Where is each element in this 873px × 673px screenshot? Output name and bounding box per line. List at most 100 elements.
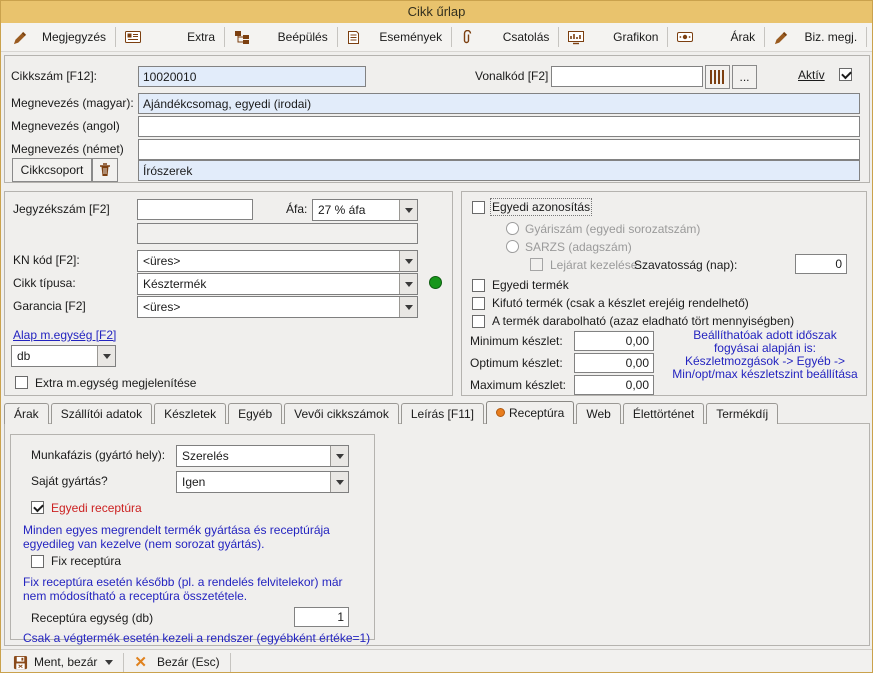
barcode-button[interactable]: [705, 65, 730, 89]
cikkcsoport-clear-button[interactable]: [92, 158, 118, 182]
gyariszam-label: Gyáriszám (egyedi sorozatszám): [525, 222, 700, 236]
tab-receptura[interactable]: Receptúra: [486, 401, 574, 424]
cikkszam-label: Cikkszám [F12]:: [11, 69, 97, 83]
tab-egyeb[interactable]: Egyéb: [228, 403, 282, 424]
barcode-more-button[interactable]: ...: [732, 65, 757, 89]
aktiv-checkbox[interactable]: [839, 68, 852, 81]
egyedi-receptura-hint: Minden egyes megrendelt termék gyártása …: [23, 523, 368, 551]
details-left-panel: Jegyzékszám [F2] Áfa: 27 % áfa KN kód [F…: [4, 191, 453, 396]
alap-megyseg-link[interactable]: Alap m.egység [F2]: [13, 328, 116, 342]
jegyzekszam-input[interactable]: [137, 199, 253, 220]
toolbar-separator: [451, 27, 452, 47]
cikk-urlap-window: Cikk űrlap Megjegyzés Extra Beépülés Ese…: [0, 0, 873, 673]
tab-keszletek[interactable]: Készletek: [154, 403, 226, 424]
chevron-down-icon[interactable]: [399, 297, 417, 317]
tab-web[interactable]: Web: [576, 403, 620, 424]
toolbar-extra-button[interactable]: Extra: [117, 26, 223, 49]
gyariszam-radio[interactable]: [506, 222, 519, 235]
tree-icon: [234, 30, 250, 45]
toolbar-separator: [115, 27, 116, 47]
cikkszam-input[interactable]: [138, 66, 366, 87]
toolbar-arak-button[interactable]: Árak: [669, 26, 763, 49]
munkafazis-combo[interactable]: Szerelés: [176, 445, 349, 467]
toolbar-separator: [764, 27, 765, 47]
barcode-icon: [710, 70, 726, 84]
megnevezes-de-input[interactable]: [138, 139, 860, 160]
chevron-down-icon[interactable]: [399, 251, 417, 271]
receptura-egyseg-hint: Csak a végtermék esetén kezeli a rendsze…: [23, 631, 373, 645]
maximum-keszlet-input[interactable]: [574, 375, 654, 395]
tab-bar: Árak Szállítói adatok Készletek Egyéb Ve…: [4, 401, 780, 424]
minimum-keszlet-input[interactable]: [574, 331, 654, 351]
details-right-panel: Egyedi azonosítás Gyáriszám (egyedi soro…: [461, 191, 867, 396]
close-button[interactable]: ✕ Bezár (Esc): [126, 652, 227, 673]
kn-kod-combo[interactable]: <üres>: [137, 250, 418, 272]
receptura-egyseg-input[interactable]: [294, 607, 349, 627]
cikk-tipusa-label: Cikk típusa:: [13, 276, 76, 290]
pencil-icon: [774, 30, 789, 45]
tab-arak[interactable]: Árak: [4, 403, 49, 424]
kifuto-checkbox[interactable]: [472, 297, 485, 310]
megnevezes-en-label: Megnevezés (angol): [11, 119, 120, 133]
alap-megyseg-combo[interactable]: db: [11, 345, 116, 367]
afa-combo[interactable]: 27 % áfa: [312, 199, 418, 221]
fix-receptura-checkbox[interactable]: [31, 555, 44, 568]
vonalkod-input[interactable]: [551, 66, 703, 87]
extra-megyseg-checkbox[interactable]: [15, 376, 28, 389]
toolbar-megjegyzes-button[interactable]: Megjegyzés: [5, 26, 114, 49]
chevron-down-icon[interactable]: [330, 472, 348, 492]
megnevezes-en-input[interactable]: [138, 116, 860, 137]
egyedi-azonositas-checkbox[interactable]: [472, 201, 485, 214]
footer-separator: [123, 653, 124, 672]
chevron-down-icon[interactable]: [399, 274, 417, 294]
chevron-down-icon[interactable]: [399, 200, 417, 220]
megnevezes-hu-input[interactable]: [138, 93, 860, 114]
maximum-keszlet-label: Maximum készlet:: [470, 378, 566, 392]
toolbar-separator: [337, 27, 338, 47]
tab-szallitoi-adatok[interactable]: Szállítói adatok: [51, 403, 152, 424]
garancia-combo[interactable]: <üres>: [137, 296, 418, 318]
sarzs-radio[interactable]: [506, 240, 519, 253]
szavatossag-input[interactable]: [795, 254, 847, 274]
tab-vevoi-cikkszamok[interactable]: Vevői cikkszámok: [284, 403, 399, 424]
toolbar-grafikon-button[interactable]: Grafikon: [560, 26, 666, 49]
money-icon: [677, 31, 693, 43]
sajat-gyartas-combo[interactable]: Igen: [176, 471, 349, 493]
footer-separator: [230, 653, 231, 672]
cikkcsoport-button[interactable]: Cikkcsoport: [12, 158, 92, 182]
minimum-keszlet-label: Minimum készlet:: [470, 334, 563, 348]
active-tab-dot-icon: [496, 408, 505, 417]
cikk-tipusa-combo[interactable]: Késztermék: [137, 273, 418, 295]
egyedi-receptura-checkbox[interactable]: [31, 501, 44, 514]
sajat-gyartas-label: Saját gyártás?: [31, 474, 108, 488]
toolbar-separator: [667, 27, 668, 47]
toolbar-biz-megj-button[interactable]: Biz. megj.: [766, 26, 865, 49]
darabolhato-label: A termék darabolható (azaz eladható tört…: [492, 314, 794, 328]
darabolhato-checkbox[interactable]: [472, 315, 485, 328]
toolbar-esemenyek-button[interactable]: Események: [339, 26, 450, 49]
fix-receptura-label: Fix receptúra: [51, 554, 121, 568]
tab-elettortenet[interactable]: Élettörténet: [623, 403, 704, 424]
lejarat-label: Lejárat kezelése: [550, 258, 637, 272]
sarzs-label: SARZS (adagszám): [525, 240, 632, 254]
tab-leiras[interactable]: Leírás [F11]: [401, 403, 484, 424]
save-close-button[interactable]: Ment, bezár: [5, 652, 121, 673]
chevron-down-icon: [105, 660, 113, 665]
card-icon: [125, 30, 141, 44]
lejarat-checkbox[interactable]: [530, 258, 543, 271]
toolbar-beepules-button[interactable]: Beépülés: [226, 26, 336, 49]
toolbar-csatolas-button[interactable]: Csatolás: [453, 26, 557, 49]
egyedi-azonositas-label: Egyedi azonosítás: [492, 200, 590, 214]
egyedi-termek-checkbox[interactable]: [472, 279, 485, 292]
chevron-down-icon[interactable]: [97, 346, 115, 366]
optimum-keszlet-input[interactable]: [574, 353, 654, 373]
receptura-egyseg-label: Receptúra egység (db): [31, 611, 153, 625]
toolbar-separator: [866, 27, 867, 47]
tab-termekdij[interactable]: Termékdíj: [706, 403, 778, 424]
cikkcsoport-value-input[interactable]: [138, 160, 860, 181]
chevron-down-icon[interactable]: [330, 446, 348, 466]
megnevezes-hu-label: Megnevezés (magyar):: [11, 96, 134, 110]
status-green-dot: [429, 276, 442, 289]
close-x-icon: ✕: [134, 655, 147, 670]
jegyzekszam-label: Jegyzékszám [F2]: [13, 202, 110, 216]
